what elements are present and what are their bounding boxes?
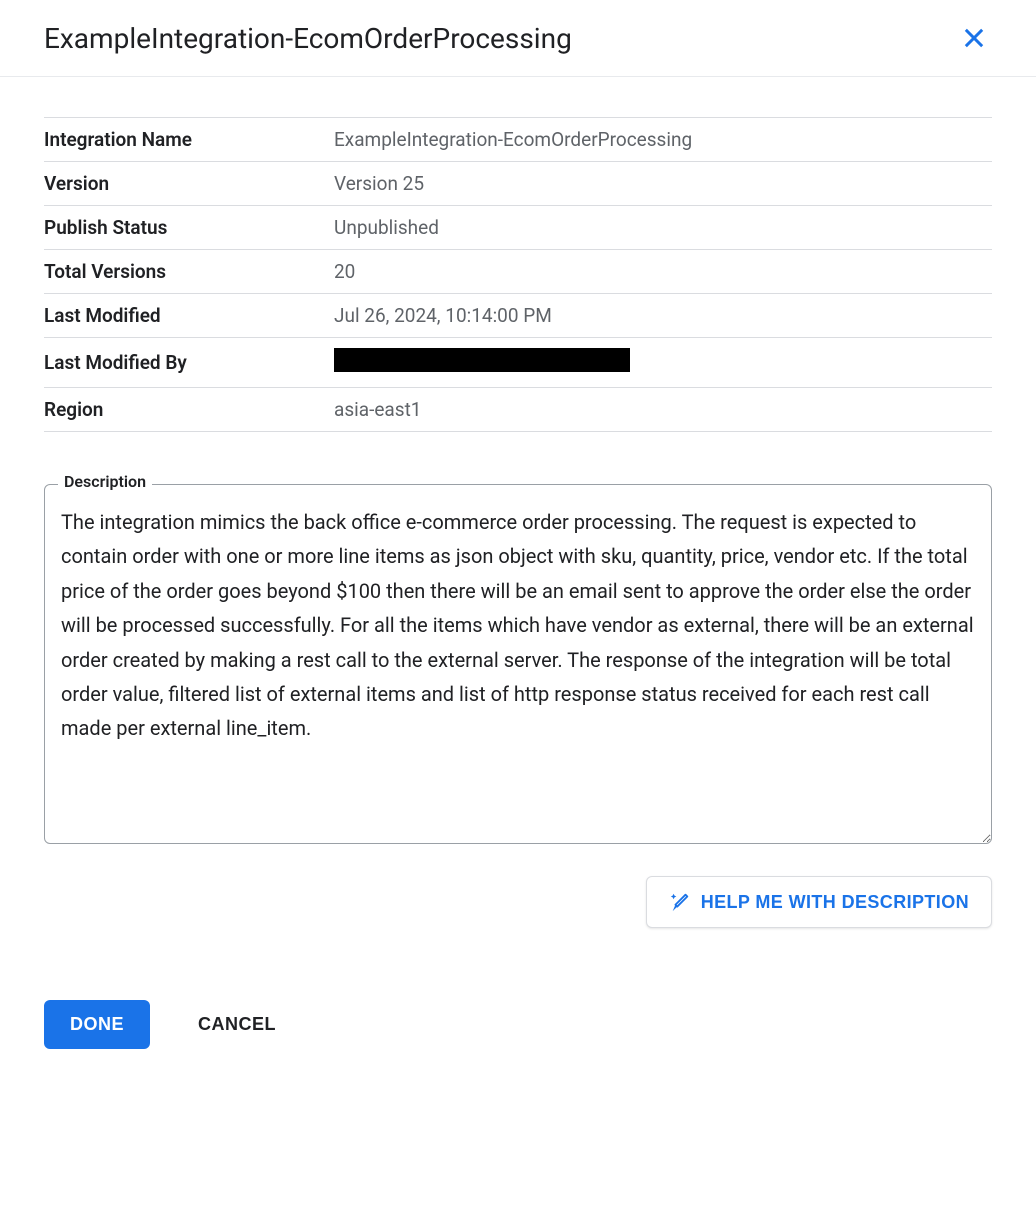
redacted-value xyxy=(334,348,630,372)
help-button-label: HELP ME WITH DESCRIPTION xyxy=(701,892,969,913)
info-table: Integration Name ExampleIntegration-Ecom… xyxy=(44,117,992,432)
magic-pen-icon xyxy=(669,891,691,913)
row-integration-name: Integration Name ExampleIntegration-Ecom… xyxy=(44,118,992,162)
label-last-modified: Last Modified xyxy=(44,294,334,338)
value-last-modified: Jul 26, 2024, 10:14:00 PM xyxy=(334,294,992,338)
value-integration-name: ExampleIntegration-EcomOrderProcessing xyxy=(334,118,992,162)
value-region: asia-east1 xyxy=(334,388,992,432)
description-label: Description xyxy=(58,472,152,491)
value-total-versions: 20 xyxy=(334,250,992,294)
row-last-modified-by: Last Modified By xyxy=(44,338,992,388)
dialog-header: ExampleIntegration-EcomOrderProcessing xyxy=(0,0,1036,77)
value-last-modified-by xyxy=(334,338,992,388)
dialog-title: ExampleIntegration-EcomOrderProcessing xyxy=(44,22,572,55)
row-last-modified: Last Modified Jul 26, 2024, 10:14:00 PM xyxy=(44,294,992,338)
label-last-modified-by: Last Modified By xyxy=(44,338,334,388)
value-version: Version 25 xyxy=(334,162,992,206)
done-button[interactable]: DONE xyxy=(44,1000,150,1049)
description-textarea[interactable] xyxy=(44,484,992,844)
label-integration-name: Integration Name xyxy=(44,118,334,162)
help-button-row: HELP ME WITH DESCRIPTION xyxy=(44,876,992,928)
description-field: Description xyxy=(44,484,992,848)
action-row: DONE CANCEL xyxy=(44,1000,992,1089)
label-version: Version xyxy=(44,162,334,206)
close-button[interactable] xyxy=(956,20,992,56)
label-publish-status: Publish Status xyxy=(44,206,334,250)
help-me-with-description-button[interactable]: HELP ME WITH DESCRIPTION xyxy=(646,876,992,928)
row-publish-status: Publish Status Unpublished xyxy=(44,206,992,250)
close-icon xyxy=(960,24,988,52)
row-total-versions: Total Versions 20 xyxy=(44,250,992,294)
cancel-button[interactable]: CANCEL xyxy=(194,1000,280,1049)
row-version: Version Version 25 xyxy=(44,162,992,206)
value-publish-status: Unpublished xyxy=(334,206,992,250)
dialog-content: Integration Name ExampleIntegration-Ecom… xyxy=(0,77,1036,1109)
label-region: Region xyxy=(44,388,334,432)
integration-detail-dialog: ExampleIntegration-EcomOrderProcessing I… xyxy=(0,0,1036,1109)
row-region: Region asia-east1 xyxy=(44,388,992,432)
label-total-versions: Total Versions xyxy=(44,250,334,294)
